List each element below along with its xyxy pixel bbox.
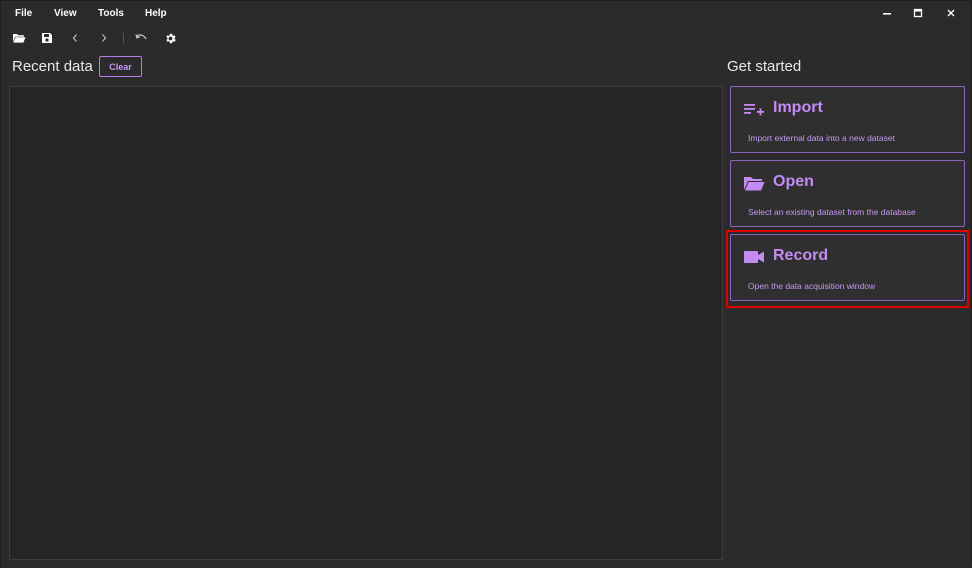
menu-tools[interactable]: Tools xyxy=(98,8,124,19)
minimize-button[interactable] xyxy=(875,4,899,22)
get-started-title: Get started xyxy=(727,58,802,75)
video-camera-icon xyxy=(743,248,765,266)
close-button[interactable] xyxy=(939,4,963,22)
record-card-title: Record xyxy=(773,247,829,264)
menu-file[interactable]: File xyxy=(15,8,32,19)
app-window: File View Tools Help Recent data Clear G… xyxy=(0,0,972,568)
open-card-description: Select an existing dataset from the data… xyxy=(748,207,916,217)
playlist-add-icon xyxy=(743,100,765,118)
folder-open-icon xyxy=(13,34,26,43)
settings-button[interactable] xyxy=(162,30,178,46)
toolbar xyxy=(1,27,972,49)
undo-icon xyxy=(135,34,147,40)
recent-data-title: Recent data xyxy=(12,58,93,75)
menu-help[interactable]: Help xyxy=(145,8,167,19)
record-card[interactable]: Record Open the data acquisition window xyxy=(730,234,965,301)
window-bottom-edge xyxy=(1,562,972,568)
import-card[interactable]: Import Import external data into a new d… xyxy=(730,86,965,153)
chevron-left-icon xyxy=(72,34,77,42)
back-button[interactable] xyxy=(67,30,83,46)
recent-data-list[interactable] xyxy=(9,86,723,560)
save-icon xyxy=(42,33,52,43)
open-card[interactable]: Open Select an existing dataset from the… xyxy=(730,160,965,227)
open-card-title: Open xyxy=(773,173,814,190)
toolbar-separator xyxy=(123,33,124,43)
menu-view[interactable]: View xyxy=(54,8,77,19)
clear-button[interactable]: Clear xyxy=(99,56,142,77)
import-card-description: Import external data into a new dataset xyxy=(748,133,895,143)
open-button[interactable] xyxy=(11,30,27,46)
chevron-right-icon xyxy=(102,34,107,42)
maximize-icon xyxy=(913,8,923,18)
menubar: File View Tools Help xyxy=(1,1,972,25)
gear-icon xyxy=(165,33,176,43)
save-button[interactable] xyxy=(39,30,55,46)
minimize-icon xyxy=(883,13,891,15)
close-icon xyxy=(947,9,955,17)
forward-button[interactable] xyxy=(96,30,112,46)
maximize-button[interactable] xyxy=(906,4,930,22)
folder-open-icon xyxy=(743,174,765,192)
import-card-title: Import xyxy=(773,99,823,116)
undo-button[interactable] xyxy=(133,30,149,46)
record-card-description: Open the data acquisition window xyxy=(748,281,876,291)
